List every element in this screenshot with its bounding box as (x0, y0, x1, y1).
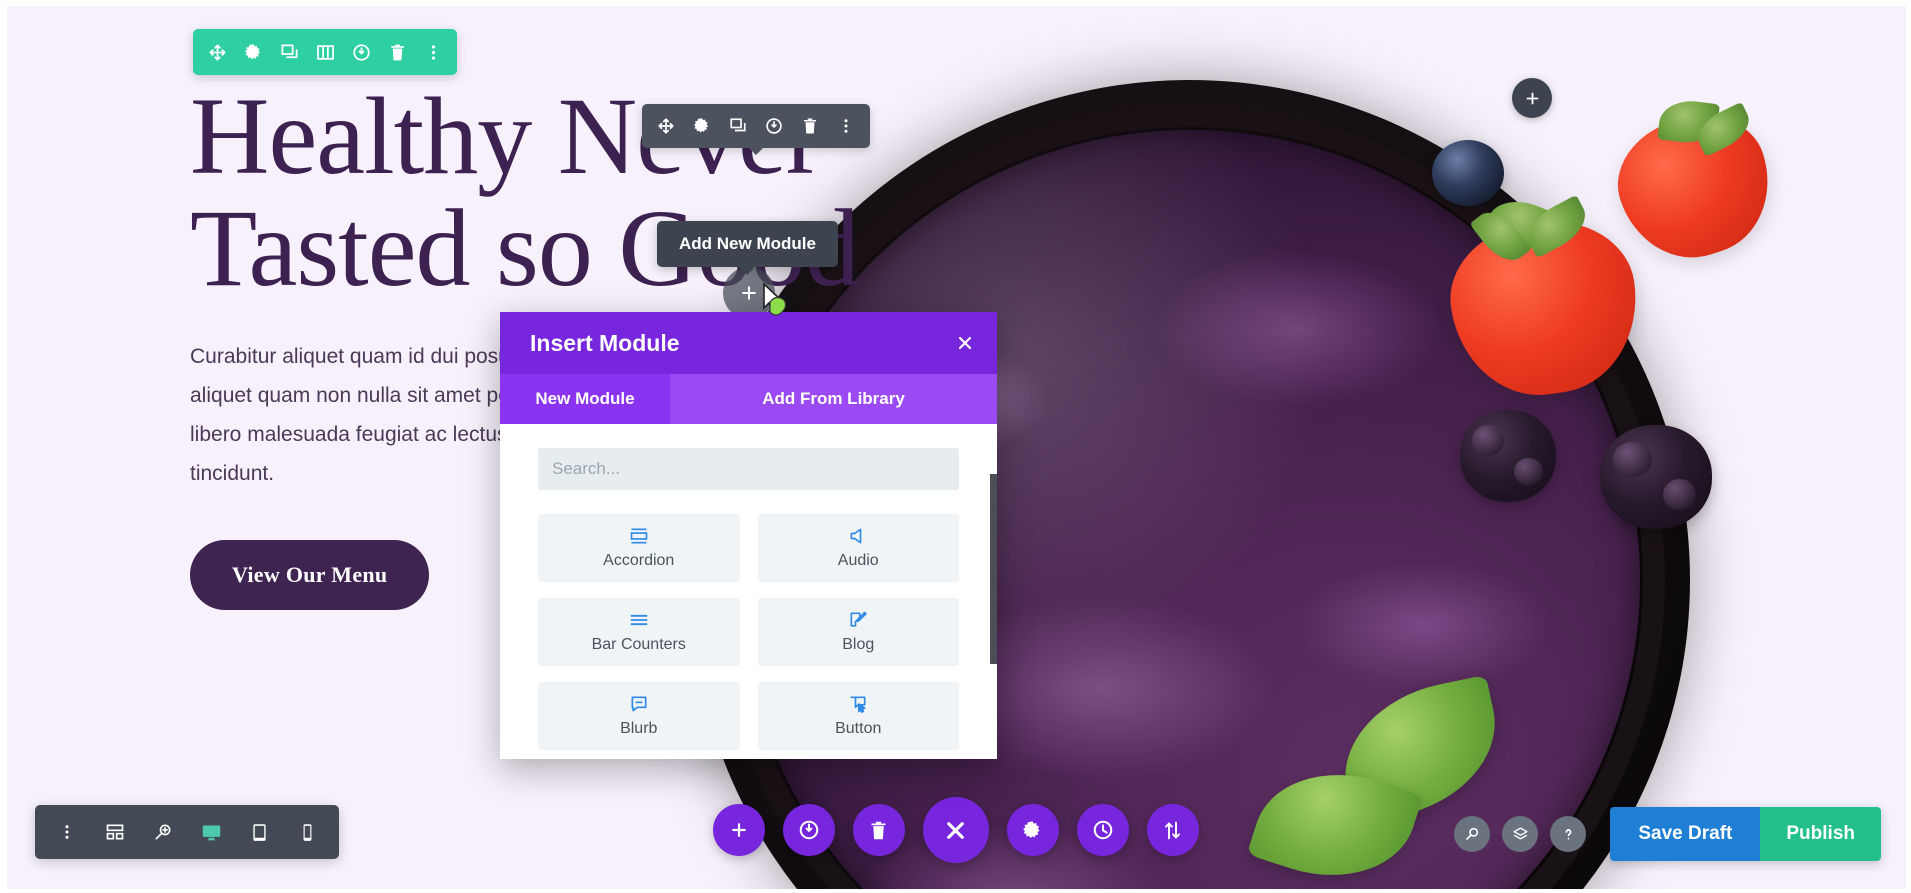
bar-counters-icon (629, 610, 649, 630)
blackberry-image-right (1600, 425, 1712, 529)
trash-icon[interactable] (852, 804, 905, 856)
tab-new-module[interactable]: New Module (500, 374, 670, 424)
save-publish-group: Save Draft Publish (1610, 807, 1881, 861)
move-icon[interactable] (648, 104, 684, 148)
more-options-icon[interactable] (828, 104, 864, 148)
blackberry-image-left (1460, 410, 1556, 502)
builder-action-buttons (712, 797, 1199, 863)
row-settings-toolbar[interactable] (642, 104, 870, 155)
modal-tabs: New Module Add From Library (500, 374, 997, 424)
modal-title: Insert Module (530, 329, 680, 356)
window-frame-left (0, 0, 7, 893)
search-icon[interactable] (1454, 816, 1491, 852)
layers-icon[interactable] (1502, 816, 1539, 852)
window-frame-bottom (0, 889, 1911, 893)
add-icon[interactable] (712, 804, 765, 856)
desktop-icon[interactable] (187, 805, 235, 859)
add-new-module-tooltip: Add New Module (657, 221, 838, 275)
save-draft-button[interactable]: Save Draft (1610, 807, 1761, 861)
trash-icon[interactable] (792, 104, 828, 148)
gear-icon[interactable] (1006, 804, 1059, 856)
help-icon[interactable] (1550, 816, 1587, 852)
more-options-icon[interactable] (43, 805, 91, 859)
accordion-icon (629, 526, 649, 546)
power-icon[interactable] (756, 104, 792, 148)
module-label: Bar Counters (591, 636, 686, 653)
window-frame-right (1906, 0, 1911, 893)
gear-icon[interactable] (235, 30, 271, 74)
power-icon[interactable] (782, 804, 835, 856)
gear-icon[interactable] (684, 104, 720, 148)
module-label: Accordion (603, 552, 675, 569)
module-label: Audio (837, 552, 879, 569)
blueberry-image (1432, 140, 1504, 206)
wireframe-icon[interactable] (91, 805, 139, 859)
duplicate-icon[interactable] (271, 30, 307, 74)
module-label: Blurb (620, 720, 658, 737)
add-new-section-button[interactable] (1512, 78, 1552, 118)
module-tile-blurb[interactable]: Blurb (538, 682, 740, 750)
module-grid: Accordion Audio Bar Counters Blog Blurb … (538, 514, 959, 750)
module-label: Blog (842, 636, 875, 653)
move-icon[interactable] (199, 30, 235, 74)
search-wrapper (538, 448, 959, 490)
module-tile-bar-counters[interactable]: Bar Counters (538, 598, 740, 666)
button-icon (848, 694, 868, 714)
audio-icon (848, 526, 868, 546)
publish-button[interactable]: Publish (1760, 807, 1881, 861)
trash-icon[interactable] (379, 30, 415, 74)
insert-module-modal: Insert Module New Module Add From Librar… (500, 312, 997, 759)
module-tile-blog[interactable]: Blog (757, 598, 959, 666)
close-icon[interactable] (955, 333, 975, 353)
blurb-icon (629, 694, 649, 714)
close-icon[interactable] (922, 797, 989, 863)
portability-icon[interactable] (1146, 804, 1199, 856)
history-icon[interactable] (1076, 804, 1129, 856)
window-frame-top (0, 0, 1911, 6)
view-our-menu-button[interactable]: View Our Menu (190, 539, 430, 610)
search-input[interactable] (538, 448, 959, 490)
module-tile-button[interactable]: Button (757, 682, 959, 750)
more-options-icon[interactable] (415, 30, 451, 74)
divi-builder-page: Healthy Never Tasted so Good Curabitur a… (0, 0, 1911, 893)
module-tile-accordion[interactable]: Accordion (538, 514, 740, 582)
blog-icon (848, 610, 868, 630)
duplicate-icon[interactable] (720, 104, 756, 148)
module-label: Button (835, 720, 882, 737)
section-settings-toolbar[interactable] (193, 29, 457, 75)
tablet-icon[interactable] (235, 805, 283, 859)
modal-header: Insert Module (500, 312, 997, 374)
modal-body: Accordion Audio (500, 424, 997, 759)
modal-scrollbar[interactable] (990, 474, 997, 664)
power-icon[interactable] (343, 30, 379, 74)
module-tile-audio[interactable]: Audio (757, 514, 959, 582)
builder-view-toolbar (35, 805, 339, 859)
tab-add-from-library[interactable]: Add From Library (670, 374, 997, 424)
columns-icon[interactable] (307, 30, 343, 74)
phone-icon[interactable] (283, 805, 331, 859)
builder-utility-buttons: Save Draft Publish (1454, 807, 1881, 861)
zoom-out-icon[interactable] (139, 805, 187, 859)
